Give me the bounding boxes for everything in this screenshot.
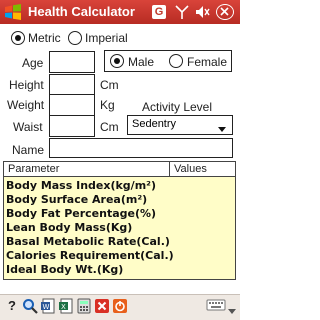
activity-level-label: Activity Level [142,100,213,114]
height-unit: Cm [100,78,119,92]
metric-label[interactable]: Metric [28,31,61,45]
signal-icon[interactable] [174,4,190,20]
svg-text:X: X [61,303,66,311]
waist-label: Waist [13,120,43,134]
app-status-icon[interactable]: G [152,5,166,19]
svg-text:W: W [43,303,50,311]
help-icon[interactable]: ? [4,298,20,314]
imperial-label[interactable]: Imperial [85,31,128,45]
height-label: Height [9,78,44,92]
age-label: Age [22,56,44,70]
calculator-icon[interactable] [76,298,92,314]
male-label[interactable]: Male [128,55,154,69]
table-row[interactable]: Body Fat Percentage(%) [6,207,156,220]
height-input[interactable] [49,74,95,96]
imperial-radio[interactable] [68,31,82,45]
female-label[interactable]: Female [187,55,227,69]
name-input[interactable] [49,138,233,158]
table-row[interactable]: Lean Body Mass(Kg) [6,221,132,234]
male-radio[interactable] [110,54,124,68]
weight-unit: Kg [100,98,115,112]
weight-input[interactable] [49,94,95,116]
name-label: Name [12,143,45,157]
word-document-icon[interactable]: W [40,298,56,314]
search-icon[interactable] [22,298,38,314]
windows-flag-icon[interactable] [4,4,22,20]
excel-document-icon[interactable]: X [58,298,74,314]
table-row[interactable]: Ideal Body Wt.(Kg) [6,263,123,276]
keyboard-arrow-icon[interactable] [228,302,236,314]
close-app-icon[interactable] [94,298,110,314]
column-header-values[interactable]: Values [174,163,207,175]
waist-input[interactable] [49,115,95,137]
chevron-down-icon[interactable] [217,121,227,132]
female-radio[interactable] [169,54,183,68]
table-row[interactable]: Body Surface Area(m²) [6,193,147,206]
column-divider [169,162,170,177]
activity-level-value: Sedentry [132,118,177,130]
close-icon[interactable] [216,4,234,20]
keyboard-icon[interactable] [206,298,226,312]
table-row[interactable]: Body Mass Index(kg/m²) [6,179,156,192]
app-title: Health Calculator [28,4,135,19]
table-row[interactable]: Calories Requirement(Cal.) [6,249,174,262]
weight-label: Weight [7,98,45,112]
waist-unit: Cm [100,120,119,134]
volume-icon[interactable] [194,4,210,20]
table-row[interactable]: Basal Metabolic Rate(Cal.) [6,235,170,248]
column-header-parameter[interactable]: Parameter [8,163,59,175]
power-icon[interactable] [112,298,128,314]
age-input[interactable] [49,51,95,73]
metric-radio[interactable] [11,31,25,45]
